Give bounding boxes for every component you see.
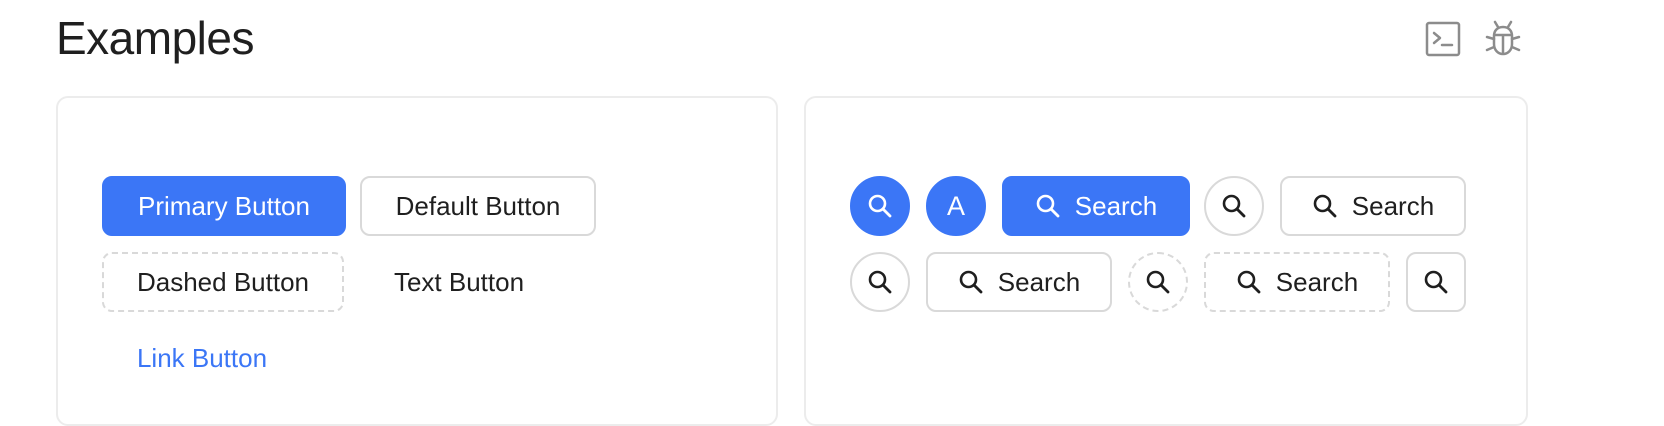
search-icon [1236, 269, 1262, 295]
terminal-icon[interactable] [1422, 18, 1464, 60]
default-icon-search-button[interactable] [1406, 252, 1466, 312]
text-button[interactable]: Text Button [360, 252, 558, 312]
circle-letter: A [946, 190, 965, 221]
default-circle-search-button-2[interactable] [850, 252, 910, 312]
search-icon [958, 269, 984, 295]
search-icon [1423, 269, 1449, 295]
search-button-label: Search [1275, 267, 1359, 297]
search-icon [1221, 193, 1247, 219]
default-search-button-2[interactable]: Search [926, 252, 1112, 312]
primary-circle-letter-button[interactable]: A [926, 176, 986, 236]
link-button-label: Link Button [136, 343, 268, 373]
search-icon [1312, 193, 1338, 219]
page-title: Examples [56, 12, 254, 64]
default-button[interactable]: Default Button [360, 176, 596, 236]
default-circle-search-button[interactable] [1204, 176, 1264, 236]
search-button-label: Search [1351, 191, 1435, 221]
search-icon [1035, 193, 1061, 219]
primary-circle-search-button[interactable] [850, 176, 910, 236]
primary-search-button[interactable]: Search [1002, 176, 1190, 236]
primary-button-label: Primary Button [138, 191, 310, 221]
search-button-label: Search [997, 267, 1081, 297]
dashed-button[interactable]: Dashed Button [102, 252, 344, 312]
dashed-button-label: Dashed Button [136, 267, 309, 297]
text-button-label: Text Button [393, 267, 525, 297]
search-icon [1145, 269, 1171, 295]
bug-icon[interactable] [1482, 18, 1524, 60]
dashed-search-button[interactable]: Search [1204, 252, 1390, 312]
default-search-button[interactable]: Search [1280, 176, 1466, 236]
search-icon [867, 193, 893, 219]
search-button-label: Search [1074, 191, 1158, 221]
dashed-circle-search-button[interactable] [1128, 252, 1188, 312]
link-button[interactable]: Link Button [102, 328, 302, 388]
primary-button[interactable]: Primary Button [102, 176, 346, 236]
search-icon [867, 269, 893, 295]
default-button-label: Default Button [395, 191, 561, 221]
